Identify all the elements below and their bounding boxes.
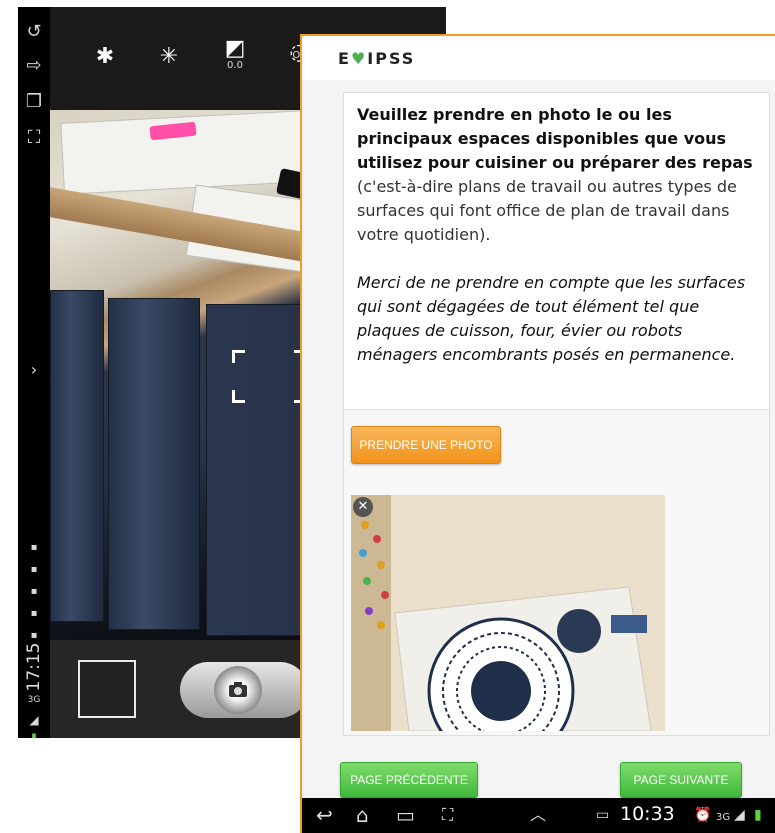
survey-app-panel: E♥IPSS Veuillez prendre en photo le ou l…	[300, 34, 775, 833]
heart-icon: ♥	[350, 49, 368, 68]
photo-content	[351, 495, 665, 731]
take-photo-button[interactable]: PRENDRE UNE PHOTO	[351, 426, 501, 464]
gallery-notification-icon: ▭	[596, 807, 610, 823]
expand-chevron-icon[interactable]: ›	[23, 359, 45, 381]
notification-icons: ▪ ▪ ▪ ▪ ▪	[30, 542, 38, 641]
camera-icon	[214, 666, 262, 714]
camera-clock: 17:15	[24, 642, 44, 692]
battery-icon: ▮	[754, 807, 762, 823]
remove-photo-icon[interactable]: ✕	[353, 497, 373, 517]
eipss-logo: E♥IPSS	[338, 49, 415, 68]
exposure-button[interactable]: ◩ 0.0	[220, 37, 250, 71]
captured-photo: ✕	[351, 495, 665, 731]
logo-suffix: IPSS	[367, 49, 416, 68]
network-type: 3G	[27, 695, 41, 705]
system-nav-bar: ↩ ⌂ ▭ ⛶ ︿ ▭ 10:33 ⏰ 3G ◢ ▮	[302, 798, 775, 833]
question-regular: (c'est-à-dire plans de travail ou autres…	[357, 177, 737, 244]
focus-corner-bl	[232, 390, 245, 403]
cabinet-door-left	[50, 290, 104, 622]
battery-icon: ▮	[31, 732, 37, 738]
question-note: Merci de ne prendre en compte que les su…	[357, 273, 746, 364]
exposure-icon: ◩	[224, 36, 246, 61]
signal-icon: ◢	[734, 807, 745, 823]
rotate-icon[interactable]: ↺	[23, 21, 45, 43]
cabinet-door-middle	[108, 298, 200, 630]
alarm-icon: ⏰	[694, 807, 712, 823]
screenshot-icon[interactable]: ⛶	[23, 127, 45, 149]
exposure-value: 0.0	[227, 60, 243, 71]
question-bold: Veuillez prendre en photo le ou les prin…	[357, 105, 753, 172]
question-text: Veuillez prendre en photo le ou les prin…	[357, 103, 757, 247]
recent-apps-icon[interactable]: ▭	[396, 803, 415, 827]
logo-prefix: E	[338, 49, 351, 68]
focus-corner-tl	[232, 350, 245, 363]
shutter-button[interactable]	[180, 662, 308, 718]
app-header: E♥IPSS	[302, 36, 775, 80]
next-page-button[interactable]: PAGE SUIVANTE	[620, 762, 742, 798]
share-arrow-icon[interactable]: ⇨	[23, 55, 45, 77]
photo-section: PRENDRE UNE PHOTO ✕	[344, 410, 769, 735]
settings-gear-icon[interactable]: ✱	[90, 45, 120, 79]
back-icon[interactable]: ↩	[316, 803, 333, 827]
question-card: Veuillez prendre en photo le ou les prin…	[343, 92, 770, 736]
flash-icon[interactable]: ✳	[154, 45, 184, 79]
recent-apps-icon[interactable]: ❐	[23, 91, 45, 113]
camera-side-panel: ↺ ⇨ ❐ ⛶ › ▪ ▪ ▪ ▪ ▪ 17:15 3G ◢ ▮	[18, 7, 50, 738]
camera-status-bar: ▪ ▪ ▪ ▪ ▪ 17:15 3G ◢ ▮	[18, 537, 50, 738]
previous-page-button[interactable]: PAGE PRÉCÉDENTE	[340, 762, 478, 798]
last-photo-thumbnail[interactable]	[78, 660, 136, 718]
system-clock: 10:33	[620, 803, 675, 825]
network-type: 3G	[716, 812, 731, 823]
screenshot-icon[interactable]: ⛶	[442, 803, 453, 827]
home-icon[interactable]: ⌂	[356, 803, 369, 827]
chevron-up-icon[interactable]: ︿	[530, 803, 546, 827]
